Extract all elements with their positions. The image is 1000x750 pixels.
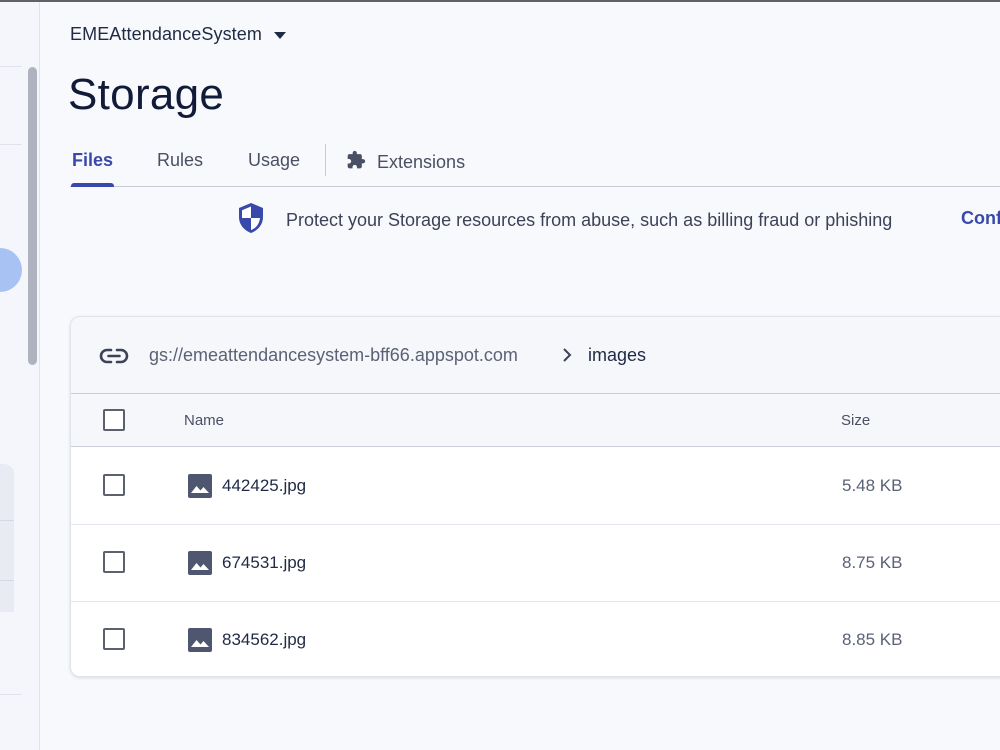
configure-app-check-link[interactable]: Conf	[961, 208, 1000, 229]
path-bar: gs://emeattendancesystem-bff66.appspot.c…	[71, 317, 1000, 394]
tab-usage[interactable]: Usage	[248, 150, 300, 188]
file-name[interactable]: 834562.jpg	[222, 630, 306, 650]
nav-scrollbar[interactable]	[28, 67, 37, 365]
tabs-underline	[70, 186, 1000, 187]
image-file-icon	[188, 628, 212, 652]
file-name[interactable]: 442425.jpg	[222, 476, 306, 496]
puzzle-piece-icon	[346, 150, 366, 175]
file-browser-card: gs://emeattendancesystem-bff66.appspot.c…	[70, 316, 1000, 677]
chevron-right-icon	[561, 345, 573, 370]
column-header-size[interactable]: Size	[841, 412, 870, 429]
row-checkbox[interactable]	[103, 474, 125, 496]
select-all-checkbox[interactable]	[103, 409, 125, 431]
banner-text: Protect your Storage resources from abus…	[286, 209, 893, 230]
current-folder-breadcrumb: images	[588, 345, 647, 365]
nav-active-item-highlight[interactable]	[0, 248, 22, 292]
left-nav-rail	[0, 2, 40, 750]
window-top-border	[0, 0, 1000, 2]
project-switcher[interactable]: EMEAttendanceSystem	[70, 22, 286, 46]
active-tab-indicator	[71, 183, 114, 187]
table-header: Name Size	[71, 394, 1000, 447]
table-row[interactable]: 674531.jpg 8.75 KB	[71, 525, 1000, 602]
rail-divider	[0, 520, 14, 521]
tab-label: Extensions	[377, 152, 466, 172]
link-icon[interactable]	[99, 345, 129, 372]
bucket-path-breadcrumb[interactable]: gs://emeattendancesystem-bff66.appspot.c…	[149, 345, 518, 366]
tab-label: Usage	[248, 150, 301, 170]
tab-separator	[325, 144, 326, 176]
tab-extensions[interactable]: Extensions	[346, 150, 465, 188]
tab-rules[interactable]: Rules	[157, 150, 203, 188]
nav-group-panel	[0, 464, 14, 612]
file-size: 5.48 KB	[842, 476, 903, 495]
rail-divider	[0, 694, 22, 695]
tab-label: Rules	[157, 150, 204, 170]
file-name[interactable]: 674531.jpg	[222, 553, 306, 573]
rail-divider	[0, 66, 22, 67]
image-file-icon	[188, 474, 212, 498]
app-check-banner: Protect your Storage resources from abus…	[236, 202, 893, 239]
file-size: 8.85 KB	[842, 630, 903, 649]
file-size: 8.75 KB	[842, 553, 903, 572]
rail-divider	[0, 144, 22, 145]
tab-label: Files	[72, 150, 114, 170]
rail-divider	[0, 580, 14, 581]
project-name: EMEAttendanceSystem	[70, 23, 262, 44]
table-row[interactable]: 442425.jpg 5.48 KB	[71, 448, 1000, 525]
table-row[interactable]: 834562.jpg 8.85 KB	[71, 602, 1000, 676]
shield-icon	[236, 202, 266, 239]
row-checkbox[interactable]	[103, 628, 125, 650]
image-file-icon	[188, 551, 212, 575]
column-header-name[interactable]: Name	[184, 412, 224, 429]
dropdown-caret-icon	[274, 31, 286, 39]
page-title: Storage	[68, 70, 225, 119]
row-checkbox[interactable]	[103, 551, 125, 573]
